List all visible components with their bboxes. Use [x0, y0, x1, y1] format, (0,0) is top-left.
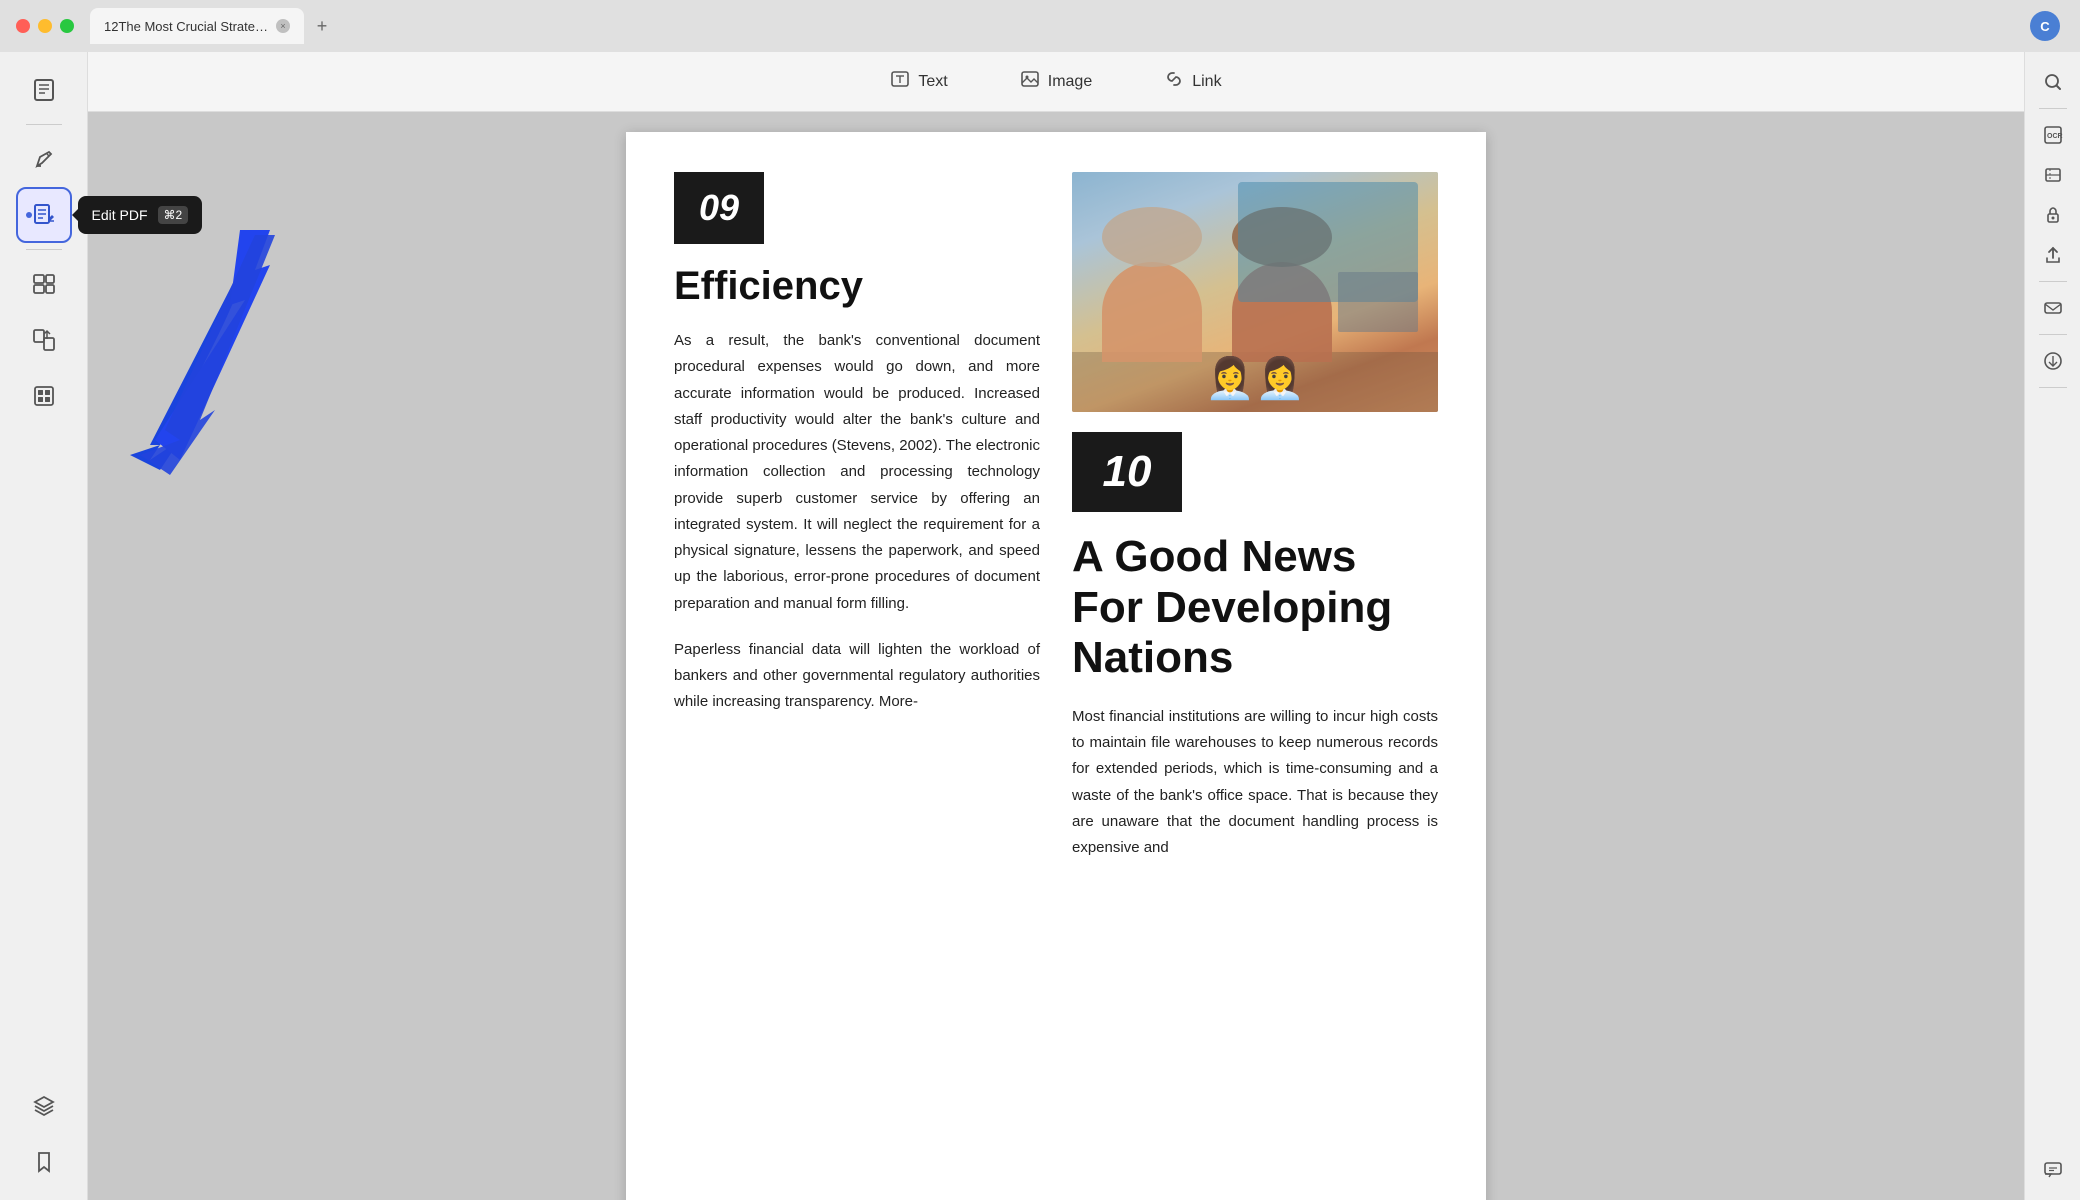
tab-bar: 12The Most Crucial Strate… × + [90, 8, 336, 44]
section-09-title: Efficiency [674, 264, 1040, 308]
sidebar-item-organize[interactable] [18, 258, 70, 310]
pdf-viewer[interactable]: 09 Efficiency As a result, the bank's co… [88, 112, 2024, 1200]
link-tool-button[interactable]: Link [1148, 61, 1237, 102]
sidebar-item-layers[interactable] [18, 1080, 70, 1132]
sidebar-item-sticker[interactable] [18, 370, 70, 422]
pdf-page: 09 Efficiency As a result, the bank's co… [626, 132, 1486, 1200]
text-tool-button[interactable]: Text [874, 61, 963, 102]
sidebar-item-edit-pdf[interactable]: Edit PDF ⌘2 [18, 189, 70, 241]
tab-close-button[interactable]: × [276, 19, 290, 33]
tab-title: 12The Most Crucial Strate… [104, 19, 268, 34]
right-sidebar: OCR [2024, 52, 2080, 1200]
add-icon: + [317, 16, 328, 37]
content-area: Text Image [88, 52, 2024, 1200]
app-body: Edit PDF ⌘2 [0, 52, 2080, 1200]
minimize-button[interactable] [38, 19, 52, 33]
link-icon [1164, 69, 1184, 94]
right-sidebar-divider-4 [2039, 387, 2067, 388]
section-10-number: 10 [1072, 432, 1182, 512]
sidebar-item-reader[interactable] [18, 64, 70, 116]
sidebar-item-bookmark[interactable] [18, 1136, 70, 1188]
image-tool-button[interactable]: Image [1004, 61, 1108, 102]
user-avatar[interactable]: C [2030, 11, 2060, 41]
active-indicator [26, 212, 32, 218]
right-sidebar-divider-1 [2039, 108, 2067, 109]
share-button[interactable] [2035, 237, 2071, 273]
close-icon: × [280, 21, 285, 31]
traffic-lights [16, 19, 74, 33]
section-10-body: Most financial institutions are willing … [1072, 704, 1438, 862]
email-button[interactable] [2035, 290, 2071, 326]
titlebar: 12The Most Crucial Strate… × + C [0, 0, 2080, 52]
sidebar-item-convert[interactable] [18, 314, 70, 366]
top-toolbar: Text Image [88, 52, 2024, 112]
office-photo [1072, 172, 1438, 412]
section-09-body-1: As a result, the bank's conventional doc… [674, 328, 1040, 617]
sidebar-item-annotate[interactable] [18, 133, 70, 185]
image-icon [1020, 69, 1040, 94]
sidebar-bottom [18, 1080, 70, 1188]
ocr-button[interactable]: OCR [2035, 117, 2071, 153]
scan-button[interactable] [2035, 157, 2071, 193]
office-photo-inner [1072, 172, 1438, 412]
left-sidebar: Edit PDF ⌘2 [0, 52, 88, 1200]
chat-button[interactable] [2035, 1152, 2071, 1188]
pdf-left-column: 09 Efficiency As a result, the bank's co… [674, 172, 1040, 861]
active-tab[interactable]: 12The Most Crucial Strate… × [90, 8, 304, 44]
close-button[interactable] [16, 19, 30, 33]
right-sidebar-divider-3 [2039, 334, 2067, 335]
link-tool-label: Link [1192, 73, 1221, 91]
text-icon [890, 69, 910, 94]
pdf-right-column: 10 A Good News For Developing Nations Mo… [1072, 172, 1438, 861]
sidebar-divider-2 [26, 249, 62, 250]
maximize-button[interactable] [60, 19, 74, 33]
sidebar-divider-1 [26, 124, 62, 125]
section-09-number: 09 [674, 172, 764, 244]
text-tool-label: Text [918, 73, 947, 91]
section-10-title: A Good News For Developing Nations [1072, 532, 1438, 684]
save-button[interactable] [2035, 343, 2071, 379]
right-sidebar-divider-2 [2039, 281, 2067, 282]
section-09-body-2: Paperless financial data will lighten th… [674, 637, 1040, 716]
protect-button[interactable] [2035, 197, 2071, 233]
svg-text:OCR: OCR [2047, 133, 2063, 140]
image-tool-label: Image [1048, 73, 1092, 91]
search-button[interactable] [2035, 64, 2071, 100]
new-tab-button[interactable]: + [308, 12, 336, 40]
